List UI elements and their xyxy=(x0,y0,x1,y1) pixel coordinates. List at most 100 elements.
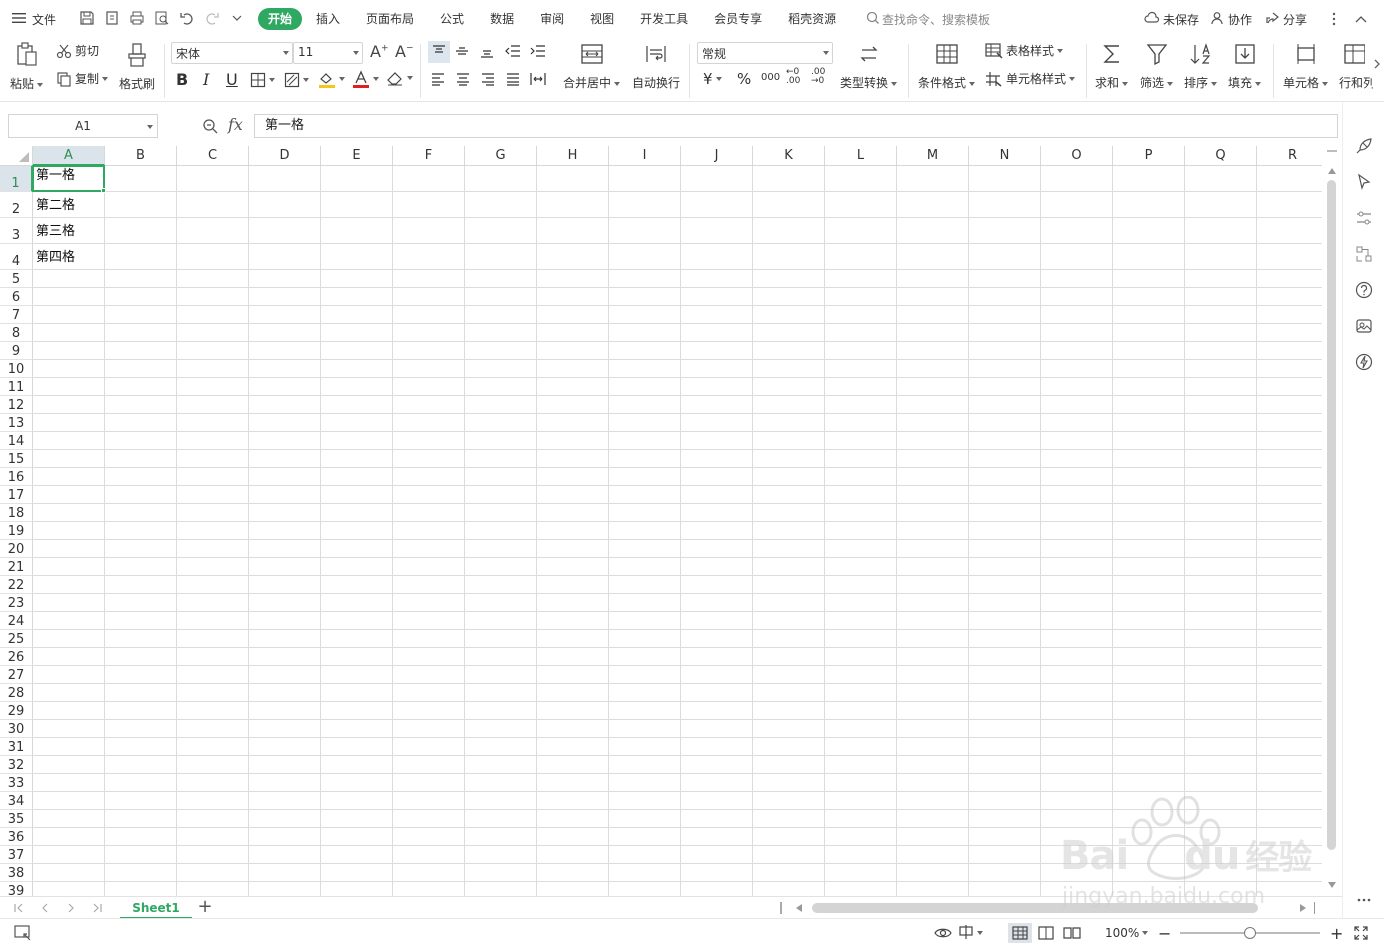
row-header-1[interactable]: 1 xyxy=(0,166,33,192)
align-bottom-button[interactable] xyxy=(480,44,494,58)
tab-view[interactable]: 视图 xyxy=(578,8,626,30)
paste-button[interactable]: 粘贴 xyxy=(10,42,44,92)
more-options-icon[interactable] xyxy=(1332,7,1336,31)
row-header-23[interactable]: 23 xyxy=(0,594,33,612)
decrease-font-button[interactable]: A− xyxy=(395,42,414,61)
export-pdf-icon[interactable] xyxy=(101,7,123,29)
select-all-corner[interactable] xyxy=(0,146,33,166)
tab-docer[interactable]: 稻壳资源 xyxy=(776,8,848,30)
zoom-level-select[interactable]: 100% xyxy=(1105,924,1149,942)
row-header-17[interactable]: 17 xyxy=(0,486,33,504)
tab-insert[interactable]: 插入 xyxy=(304,8,352,30)
sheet-tab-sheet1[interactable]: Sheet1 xyxy=(120,897,192,919)
first-sheet-icon[interactable] xyxy=(10,900,28,916)
column-header-a[interactable]: A xyxy=(33,146,105,166)
save-icon[interactable] xyxy=(76,7,98,29)
column-header-h[interactable]: H xyxy=(537,146,609,166)
conditional-format-button[interactable]: 条件格式 xyxy=(918,42,976,91)
column-header-k[interactable]: K xyxy=(753,146,825,166)
sum-button[interactable]: 求和 xyxy=(1095,42,1129,91)
type-convert-button[interactable]: 类型转换 xyxy=(840,42,898,91)
row-header-31[interactable]: 31 xyxy=(0,738,33,756)
currency-button[interactable]: ¥ xyxy=(703,70,722,88)
cells-button[interactable]: 单元格 xyxy=(1283,42,1329,91)
column-header-c[interactable]: C xyxy=(177,146,249,166)
row-header-34[interactable]: 34 xyxy=(0,792,33,810)
row-header-7[interactable]: 7 xyxy=(0,306,33,324)
row-header-14[interactable]: 14 xyxy=(0,432,33,450)
format-painter-button[interactable]: 格式刷 xyxy=(119,42,155,92)
lightning-icon[interactable] xyxy=(1354,352,1374,372)
row-header-37[interactable]: 37 xyxy=(0,846,33,864)
collab-button[interactable]: 协作 xyxy=(1211,7,1252,31)
font-size-select[interactable]: 11 xyxy=(293,42,363,64)
row-header-16[interactable]: 16 xyxy=(0,468,33,486)
formula-input[interactable]: 第一格 xyxy=(254,114,1338,138)
tab-member[interactable]: 会员专享 xyxy=(702,8,774,30)
column-header-g[interactable]: G xyxy=(465,146,537,166)
normal-view-icon[interactable] xyxy=(1008,923,1032,943)
cell-a3[interactable]: 第三格 xyxy=(33,218,105,244)
row-header-24[interactable]: 24 xyxy=(0,612,33,630)
row-header-22[interactable]: 22 xyxy=(0,576,33,594)
italic-button[interactable]: I xyxy=(203,70,209,89)
help-icon[interactable] xyxy=(1354,280,1374,300)
row-header-29[interactable]: 29 xyxy=(0,702,33,720)
table-style-button[interactable]: 表格样式 xyxy=(985,42,1064,59)
clear-format-button[interactable] xyxy=(386,70,413,86)
column-header-p[interactable]: P xyxy=(1113,146,1185,166)
zoom-slider[interactable] xyxy=(1180,927,1320,939)
prev-sheet-icon[interactable] xyxy=(36,900,54,916)
row-header-21[interactable]: 21 xyxy=(0,558,33,576)
redo-icon[interactable] xyxy=(201,7,223,29)
customize-toolbar-icon[interactable] xyxy=(226,7,248,29)
page-layout-view-icon[interactable] xyxy=(1038,924,1054,942)
row-header-39[interactable]: 39 xyxy=(0,882,33,896)
row-header-3[interactable]: 3 xyxy=(0,218,33,244)
row-header-5[interactable]: 5 xyxy=(0,270,33,288)
distribute-button[interactable] xyxy=(530,72,546,86)
row-header-33[interactable]: 33 xyxy=(0,774,33,792)
tab-formulas[interactable]: 公式 xyxy=(428,8,476,30)
sidebar-more-icon[interactable] xyxy=(1354,890,1374,910)
vertical-scroll-thumb[interactable] xyxy=(1327,180,1336,850)
row-header-30[interactable]: 30 xyxy=(0,720,33,738)
copy-button[interactable]: 复制 xyxy=(56,70,109,87)
underline-button[interactable]: U xyxy=(226,70,238,89)
column-header-m[interactable]: M xyxy=(897,146,969,166)
tab-developer[interactable]: 开发工具 xyxy=(628,8,700,30)
split-handle-icon[interactable] xyxy=(780,902,782,914)
row-header-15[interactable]: 15 xyxy=(0,450,33,468)
row-header-13[interactable]: 13 xyxy=(0,414,33,432)
column-header-b[interactable]: B xyxy=(105,146,177,166)
scroll-left-arrow-icon[interactable] xyxy=(796,904,802,912)
filter-button[interactable]: 筛选 xyxy=(1140,42,1174,91)
row-header-11[interactable]: 11 xyxy=(0,378,33,396)
row-header-36[interactable]: 36 xyxy=(0,828,33,846)
column-header-o[interactable]: O xyxy=(1041,146,1113,166)
undo-icon[interactable] xyxy=(176,7,198,29)
row-header-19[interactable]: 19 xyxy=(0,522,33,540)
column-header-e[interactable]: E xyxy=(321,146,393,166)
increase-indent-button[interactable] xyxy=(530,44,546,58)
unsaved-button[interactable]: 未保存 xyxy=(1144,7,1199,31)
fullscreen-icon[interactable] xyxy=(1354,924,1368,942)
share-button[interactable]: 分享 xyxy=(1266,7,1307,31)
fill-button[interactable]: 填充 xyxy=(1228,42,1262,91)
borders-button[interactable] xyxy=(250,72,275,88)
row-header-25[interactable]: 25 xyxy=(0,630,33,648)
tab-page-layout[interactable]: 页面布局 xyxy=(354,8,426,30)
spreadsheet-grid[interactable]: ABCDEFGHIJKLMNOPQR 1 2 3 4 5 6 7 8 9 10 11 12 13 14 15… xyxy=(0,146,1322,896)
rocket-icon[interactable] xyxy=(1354,136,1374,156)
tab-home[interactable]: 开始 xyxy=(258,8,303,30)
image-tool-icon[interactable] xyxy=(1354,316,1374,336)
cut-button[interactable]: 剪切 xyxy=(56,42,99,59)
percent-button[interactable]: % xyxy=(737,70,751,88)
zoom-slider-knob[interactable] xyxy=(1244,927,1256,939)
cell-style-button[interactable]: 单元格样式 xyxy=(985,70,1076,87)
font-color-button[interactable] xyxy=(352,70,379,88)
macro-record-icon[interactable] xyxy=(14,924,32,942)
increase-decimal-button[interactable]: ←0 .00 xyxy=(786,68,806,86)
align-right-button[interactable] xyxy=(481,72,495,86)
thousands-button[interactable]: 000 xyxy=(761,72,780,83)
